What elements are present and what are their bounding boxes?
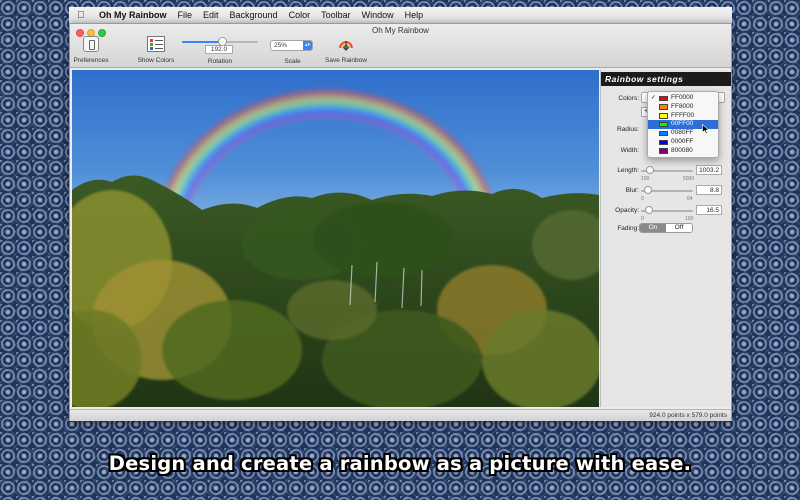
color-list-icon[interactable] — [147, 36, 165, 52]
menu-file[interactable]: File — [178, 10, 193, 20]
scale-select[interactable]: 25% ▴▾ — [270, 40, 313, 51]
select-arrows-icon: ▴▾ — [303, 41, 312, 50]
opacity-min: 0 — [641, 216, 644, 222]
preferences-label: Preferences — [73, 57, 109, 64]
rotation-value-field[interactable]: 192.0 — [205, 45, 233, 54]
rotation-slider-fill — [182, 41, 223, 43]
blur-slider-knob[interactable] — [644, 186, 653, 194]
show-colors-tool[interactable]: Show Colors — [138, 36, 174, 64]
menu-toolbar[interactable]: Toolbar — [321, 10, 351, 20]
color-option-label: FF8000 — [671, 102, 694, 110]
colors-label: Colors: — [618, 95, 639, 102]
color-swatch — [659, 104, 668, 110]
width-label: Width: — [620, 147, 639, 154]
canvas-size-text: 924.0 points x 579.0 points — [649, 412, 727, 419]
color-swatch — [659, 113, 668, 119]
menu-background[interactable]: Background — [230, 10, 278, 20]
blur-label: Blur: — [625, 187, 639, 194]
scale-tool: 25% ▴▾ Scale — [270, 36, 315, 65]
rainbow-canvas[interactable] — [72, 70, 599, 407]
radius-label: Radius: — [616, 126, 639, 133]
color-option-label: FF0000 — [671, 94, 694, 101]
color-option-label: 0080FF — [671, 129, 694, 137]
menu-color[interactable]: Color — [289, 10, 311, 20]
title-bar-toolbar: Oh My Rainbow Preferences Show Colors 19… — [70, 24, 731, 68]
window-title: Oh My Rainbow — [372, 26, 429, 35]
opacity-max: 100 — [685, 216, 694, 222]
status-bar: 924.0 points x 579.0 points — [70, 409, 731, 421]
panel-title: Rainbow settings — [601, 72, 731, 86]
apple-icon[interactable]:  — [77, 10, 89, 21]
opacity-label: Opacity: — [615, 207, 639, 214]
checkmark-icon: ✓ — [651, 95, 657, 101]
menu-bar:  Oh My Rainbow File Edit Background Col… — [69, 7, 732, 23]
color-option-label: 800080 — [671, 146, 693, 154]
canvas-picture — [72, 90, 599, 407]
color-option-label: 0000FF — [671, 137, 694, 145]
save-rainbow-label: Save Rainbow — [325, 57, 367, 64]
opacity-value-field[interactable]: 16.5 — [696, 205, 722, 215]
color-option[interactable]: ✓ FF0000 — [648, 94, 718, 103]
save-rainbow-tool[interactable]: Save Rainbow — [325, 36, 367, 64]
fading-toggle[interactable]: On Off — [639, 223, 693, 233]
menu-window[interactable]: Window — [362, 10, 394, 20]
length-max: 5000 — [683, 176, 695, 182]
blur-min: 0 — [641, 196, 644, 202]
fading-label: Fading: — [617, 225, 639, 232]
length-min: 100 — [641, 176, 650, 182]
color-option-label: 00FF00 — [671, 120, 694, 128]
promo-caption: Design and create a rainbow as a picture… — [108, 452, 692, 475]
color-swatch — [659, 95, 668, 102]
blur-max: 64 — [687, 196, 693, 202]
length-label: Length: — [617, 167, 639, 174]
preferences-icon[interactable] — [83, 36, 99, 52]
rainbow-save-icon[interactable] — [338, 36, 354, 52]
length-slider-knob[interactable] — [646, 166, 655, 174]
forest-photo — [72, 175, 599, 407]
scale-value: 25% — [274, 42, 288, 49]
blur-value-field[interactable]: 8.8 — [696, 185, 722, 195]
mouse-pointer-icon — [702, 124, 710, 134]
color-swatch — [659, 130, 668, 137]
preferences-tool[interactable]: Preferences — [73, 36, 109, 64]
color-option[interactable]: 800080 — [648, 147, 718, 156]
menu-edit[interactable]: Edit — [203, 10, 219, 20]
opacity-slider-knob[interactable] — [645, 206, 654, 214]
color-option[interactable]: 0000FF — [648, 138, 718, 147]
color-option[interactable]: FF8000 — [648, 103, 718, 112]
color-swatch — [659, 121, 668, 128]
color-option[interactable]: FFFF00 — [648, 112, 718, 121]
menu-app-name[interactable]: Oh My Rainbow — [99, 10, 167, 20]
fading-off-segment[interactable]: Off — [666, 224, 692, 232]
color-option-label: FFFF00 — [671, 111, 695, 119]
color-swatch — [659, 148, 668, 154]
menu-help[interactable]: Help — [405, 10, 424, 20]
fading-on-segment[interactable]: On — [640, 224, 666, 232]
color-swatch — [659, 139, 668, 146]
main-window: Oh My Rainbow Preferences Show Colors 19… — [69, 23, 732, 421]
length-value-field[interactable]: 1003.2 — [696, 165, 722, 175]
